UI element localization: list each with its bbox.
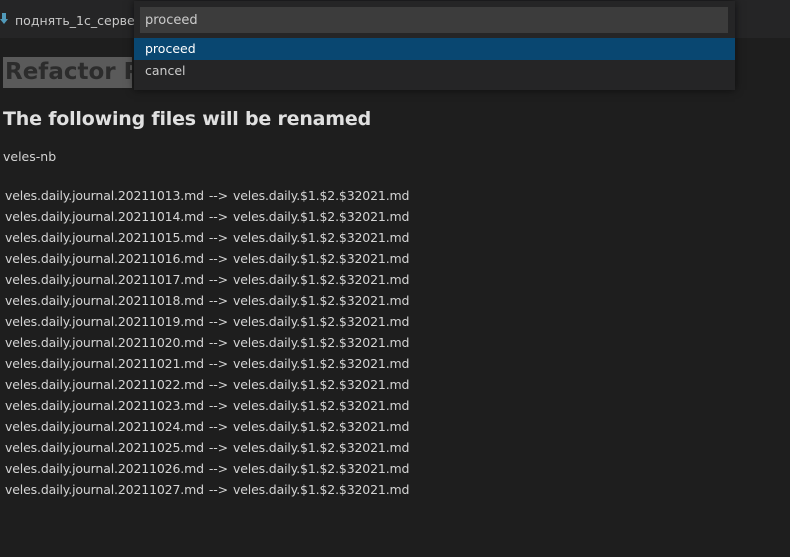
rename-to: veles.daily.$1.$2.$32021.md [232,335,410,350]
rename-from: veles.daily.journal.20211019.md [5,314,204,329]
rename-row: veles.daily.journal.20211014.md --> veles.… [5,206,410,227]
rename-row: veles.daily.journal.20211021.md --> veles.… [5,353,410,374]
rename-row: veles.daily.journal.20211016.md --> veles.… [5,248,410,269]
rename-to: veles.daily.$1.$2.$32021.md [232,482,410,497]
rename-arrow: --> [208,398,228,413]
rename-to: veles.daily.$1.$2.$32021.md [232,440,410,455]
rename-row: veles.daily.journal.20211013.md --> veles.… [5,185,410,206]
rename-row: veles.daily.journal.20211024.md --> veles.… [5,416,410,437]
rename-from: veles.daily.journal.20211015.md [5,230,204,245]
rename-from: veles.daily.journal.20211016.md [5,251,204,266]
rename-row: veles.daily.journal.20211023.md --> veles.… [5,395,410,416]
quick-pick: proceedcancel [134,1,735,90]
rename-arrow: --> [208,440,228,455]
rename-list: veles.daily.journal.20211013.md --> veles.… [5,185,410,500]
rename-to: veles.daily.$1.$2.$32021.md [232,230,410,245]
rename-row: veles.daily.journal.20211018.md --> veles.… [5,290,410,311]
quick-pick-input[interactable] [140,7,728,33]
rename-to: veles.daily.$1.$2.$32021.md [232,314,410,329]
rename-from: veles.daily.journal.20211018.md [5,293,204,308]
rename-row: veles.daily.journal.20211026.md --> veles.… [5,458,410,479]
preview-title: Refactor Pr [3,57,132,88]
rename-arrow: --> [208,230,228,245]
rename-from: veles.daily.journal.20211021.md [5,356,204,371]
quick-pick-item-cancel[interactable]: cancel [134,60,735,82]
rename-row: veles.daily.journal.20211020.md --> veles.… [5,332,410,353]
rename-from: veles.daily.journal.20211022.md [5,377,204,392]
rename-row: veles.daily.journal.20211022.md --> veles.… [5,374,410,395]
rename-arrow: --> [208,482,228,497]
rename-arrow: --> [208,335,228,350]
markdown-preview: Refactor Pr The following files will be … [0,38,790,557]
quick-pick-list: proceed cancel [134,38,735,82]
rename-from: veles.daily.journal.20211026.md [5,461,204,476]
rename-arrow: --> [208,188,228,203]
rename-row: veles.daily.journal.20211025.md --> veles.… [5,437,410,458]
rename-from: veles.daily.journal.20211017.md [5,272,204,287]
rename-arrow: --> [208,251,228,266]
rename-row: veles.daily.journal.20211027.md --> veles.… [5,479,410,500]
rename-from: veles.daily.journal.20211024.md [5,419,204,434]
rename-arrow: --> [208,314,228,329]
rename-to: veles.daily.$1.$2.$32021.md [232,356,410,371]
rename-arrow: --> [208,293,228,308]
rename-to: veles.daily.$1.$2.$32021.md [232,293,410,308]
rename-arrow: --> [208,461,228,476]
rename-row: veles.daily.journal.20211017.md --> veles.… [5,269,410,290]
preview-subtitle: The following files will be renamed [3,108,371,130]
rename-arrow: --> [208,356,228,371]
rename-to: veles.daily.$1.$2.$32021.md [232,272,410,287]
editor-tab-label: поднять_1с_сервер_ [15,12,140,28]
rename-from: veles.daily.journal.20211023.md [5,398,204,413]
rename-to: veles.daily.$1.$2.$32021.md [232,251,410,266]
rename-from: veles.daily.journal.20211013.md [5,188,204,203]
rename-row: veles.daily.journal.20211015.md --> veles.… [5,227,410,248]
rename-arrow: --> [208,272,228,287]
quick-pick-item-proceed[interactable]: proceed [134,38,735,60]
rename-arrow: --> [208,377,228,392]
rename-to: veles.daily.$1.$2.$32021.md [232,188,410,203]
rename-to: veles.daily.$1.$2.$32021.md [232,419,410,434]
rename-from: veles.daily.journal.20211027.md [5,482,204,497]
rename-to: veles.daily.$1.$2.$32021.md [232,377,410,392]
rename-to: veles.daily.$1.$2.$32021.md [232,209,410,224]
editor-tab[interactable]: поднять_1с_сервер_ [0,0,140,38]
rename-from: veles.daily.journal.20211014.md [5,209,204,224]
rename-to: veles.daily.$1.$2.$32021.md [232,398,410,413]
rename-arrow: --> [208,209,228,224]
rename-to: veles.daily.$1.$2.$32021.md [232,461,410,476]
rename-from: veles.daily.journal.20211020.md [5,335,204,350]
rename-row: veles.daily.journal.20211019.md --> veles.… [5,311,410,332]
folder-name: veles-nb [3,149,57,164]
rename-arrow: --> [208,419,228,434]
markdown-arrow-icon [0,10,8,24]
rename-from: veles.daily.journal.20211025.md [5,440,204,455]
